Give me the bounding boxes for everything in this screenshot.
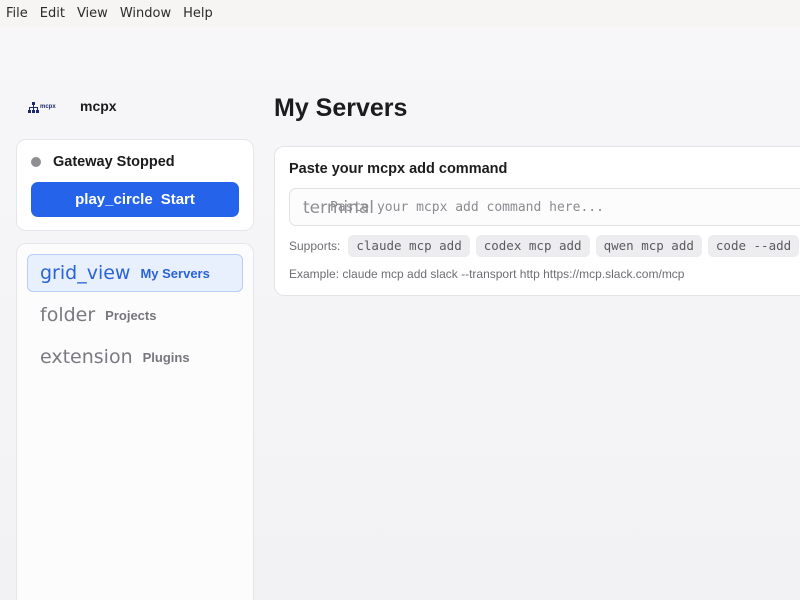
- gateway-status-label: Gateway Stopped: [53, 154, 175, 170]
- folder-icon: folder: [40, 304, 96, 326]
- grid-view-icon: grid_view: [40, 262, 131, 284]
- menu-bar: File Edit View Window Help: [0, 0, 800, 27]
- sidebar-item-label: My Servers: [140, 265, 210, 281]
- example-text: Example: claude mcp add slack --transpor…: [289, 267, 685, 281]
- sidebar-item-plugins[interactable]: extension Plugins: [27, 338, 243, 376]
- sidebar-nav: grid_view My Servers folder Projects ext…: [16, 243, 254, 600]
- menu-window[interactable]: Window: [114, 0, 177, 27]
- brand-logo: mcpx: [28, 96, 60, 118]
- start-gateway-button[interactable]: play_circle Start: [31, 182, 239, 217]
- sidebar-item-label: Plugins: [142, 349, 190, 365]
- brand: mcpx mcpx: [28, 96, 117, 118]
- sidebar-item-label: Projects: [105, 307, 157, 323]
- menu-view[interactable]: View: [71, 0, 114, 27]
- menu-help[interactable]: Help: [177, 0, 219, 27]
- page-title: My Servers: [274, 94, 408, 122]
- supports-label: Supports:: [289, 239, 341, 253]
- support-chip-code: code --add: [707, 235, 800, 257]
- play-circle-icon: play_circle: [75, 191, 153, 208]
- gateway-status: Gateway Stopped: [31, 154, 175, 170]
- sidebar-item-projects[interactable]: folder Projects: [27, 296, 243, 334]
- brand-logo-text: mcpx: [40, 104, 56, 110]
- start-button-label: Start: [160, 191, 195, 208]
- support-chip-qwen: qwen mcp add: [595, 235, 702, 257]
- support-chip-claude: claude mcp add: [348, 235, 470, 257]
- menu-file[interactable]: File: [0, 0, 34, 27]
- menu-edit[interactable]: Edit: [34, 0, 71, 27]
- supports-row: Supports: claude mcp add codex mcp add q…: [289, 235, 800, 257]
- sidebar-item-my-servers[interactable]: grid_view My Servers: [27, 254, 243, 292]
- command-input[interactable]: [330, 189, 800, 225]
- extension-icon: extension: [40, 346, 133, 368]
- status-dot: [31, 157, 41, 167]
- paste-card-title: Paste your mcpx add command: [289, 161, 508, 177]
- paste-command-card: Paste your mcpx add command terminal Sup…: [274, 146, 800, 296]
- gateway-card: Gateway Stopped play_circle Start: [16, 139, 254, 231]
- support-chip-codex: codex mcp add: [475, 235, 590, 257]
- network-icon: [28, 101, 39, 113]
- command-input-wrapper: terminal: [289, 188, 800, 226]
- brand-name: mcpx: [80, 98, 117, 114]
